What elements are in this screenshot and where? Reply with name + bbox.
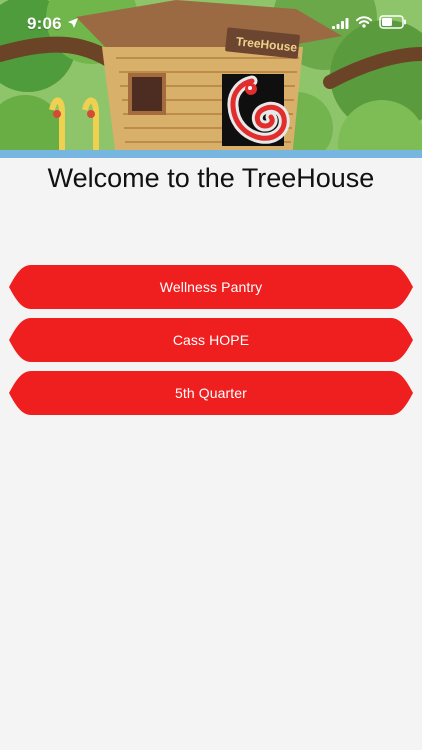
cass-hope-label: Cass HOPE (172, 332, 250, 348)
wellness-pantry-label: Wellness Pantry (159, 279, 263, 295)
page-title: Welcome to the TreeHouse (47, 163, 375, 193)
fifth-quarter-label: 5th Quarter (175, 385, 247, 401)
fifth-quarter-button[interactable]: 5th Quarter (9, 371, 413, 415)
header-banner: TreeHouse 9:06 (0, 0, 422, 158)
wifi-icon (356, 16, 372, 28)
location-arrow-icon (68, 18, 78, 28)
status-bar: 9:06 (0, 0, 422, 44)
battery-icon (379, 15, 406, 29)
button-list: Wellness Pantry Cass HOPE 5th Quarter (9, 265, 413, 424)
wellness-pantry-button[interactable]: Wellness Pantry (9, 265, 413, 309)
cass-hope-button[interactable]: Cass HOPE (9, 318, 413, 362)
status-time: 9:06 (27, 14, 62, 33)
signal-icon (332, 18, 349, 29)
